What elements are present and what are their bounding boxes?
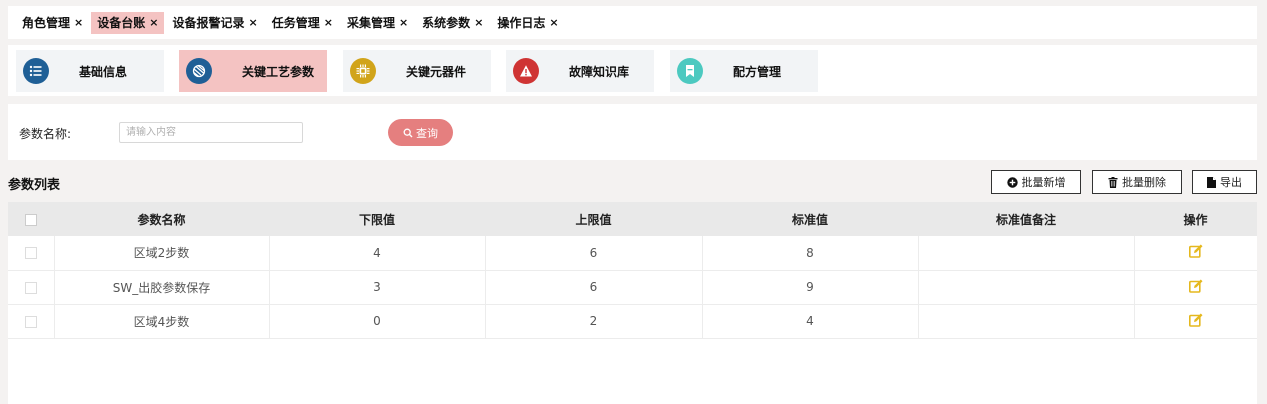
close-icon[interactable]: × (324, 16, 333, 29)
table-row[interactable]: SW_出胶参数保存 3 6 9 (8, 270, 1257, 304)
card-key-process-params[interactable]: 关键工艺参数 (179, 50, 327, 92)
edit-icon[interactable] (1188, 279, 1203, 296)
close-icon[interactable]: × (248, 16, 257, 29)
lower-limit-cell: 4 (269, 236, 486, 270)
tab-label: 设备台账 (97, 16, 146, 30)
param-name-cell: SW_出胶参数保存 (54, 270, 270, 304)
lower-limit-cell: 3 (269, 270, 486, 304)
search-button-label: 查询 (416, 126, 438, 140)
param-table: 参数名称 下限值 上限值 标准值 标准值备注 操作 区域2步数 4 6 8 SW… (8, 202, 1257, 404)
search-panel: 参数名称: 查询 (8, 104, 1257, 160)
tab-alarm-records[interactable]: 设备报警记录 × (166, 12, 263, 34)
card-label: 关键元器件 (406, 64, 467, 79)
tab-bar: 角色管理 × 设备台账 × 设备报警记录 × 任务管理 × 采集管理 × 系统参数 × 操作… (8, 6, 1257, 39)
batch-add-label: 批量新增 (1021, 176, 1066, 189)
standard-value-cell: 9 (702, 270, 919, 304)
close-icon[interactable]: × (74, 16, 83, 29)
row-select-cell (8, 270, 55, 304)
standard-note-cell (918, 236, 1135, 270)
param-name-cell: 区域4步数 (54, 304, 270, 338)
tab-label: 设备报警记录 (172, 16, 245, 30)
card-recipe-management[interactable]: 配方管理 (670, 50, 818, 92)
tab-label: 操作日志 (497, 16, 546, 30)
card-label: 配方管理 (733, 64, 782, 79)
edit-icon[interactable] (1188, 313, 1203, 330)
card-basic-info[interactable]: 基础信息 (16, 50, 164, 92)
tab-device-ledger[interactable]: 设备台账 × (91, 11, 165, 34)
param-name-label: 参数名称: (19, 127, 72, 141)
table-row[interactable]: 区域4步数 0 2 4 (8, 304, 1257, 338)
row-select-cell (8, 236, 55, 270)
row-checkbox[interactable] (24, 281, 37, 294)
table-row[interactable]: 区域2步数 4 6 8 (8, 236, 1257, 270)
file-icon (1207, 176, 1216, 188)
select-all-cell (8, 202, 54, 236)
row-select-cell (8, 304, 55, 338)
tab-collection-management[interactable]: 采集管理 × (341, 12, 414, 34)
upper-limit-cell: 2 (485, 304, 703, 338)
lower-limit-cell: 0 (269, 304, 486, 338)
action-cell (1134, 236, 1257, 270)
close-icon[interactable]: × (549, 16, 558, 29)
category-cards: 基础信息 关键工艺参数 关键元器件 故障知识库 配方管理 (8, 45, 1257, 96)
list-title: 参数列表 (8, 178, 61, 193)
close-icon[interactable]: × (474, 16, 483, 29)
standard-value-cell: 8 (702, 236, 919, 270)
tab-system-params[interactable]: 系统参数 × (416, 12, 489, 34)
standard-note-cell (918, 304, 1135, 338)
export-label: 导出 (1220, 176, 1242, 189)
row-checkbox[interactable] (24, 247, 37, 260)
close-icon[interactable]: × (399, 16, 408, 29)
chip-icon (350, 58, 376, 84)
column-header[interactable]: 上限值 (485, 202, 702, 236)
standard-value-cell: 4 (702, 304, 919, 338)
column-header[interactable]: 标准值 (702, 202, 918, 236)
edit-icon[interactable] (1188, 244, 1203, 261)
row-checkbox[interactable] (24, 315, 37, 328)
batch-delete-label: 批量删除 (1122, 176, 1166, 189)
card-label: 关键工艺参数 (242, 64, 315, 79)
upper-limit-cell: 6 (485, 270, 703, 304)
action-cell (1134, 270, 1257, 304)
tab-label: 采集管理 (346, 16, 395, 30)
tab-role-management[interactable]: 角色管理 × (16, 12, 89, 34)
column-header[interactable]: 参数名称 (54, 202, 269, 236)
upper-limit-cell: 6 (485, 236, 703, 270)
tab-label: 角色管理 (22, 16, 71, 30)
tab-label: 任务管理 (271, 16, 320, 30)
standard-note-cell (918, 270, 1135, 304)
select-all-checkbox[interactable] (25, 213, 37, 226)
batch-add-button[interactable]: 批量新增 (991, 170, 1081, 194)
trash-icon (1108, 176, 1118, 188)
batch-delete-button[interactable]: 批量删除 (1092, 170, 1182, 194)
card-key-components[interactable]: 关键元器件 (343, 50, 491, 92)
column-header[interactable]: 下限值 (269, 202, 485, 236)
param-name-input[interactable] (119, 122, 303, 143)
column-header[interactable]: 标准值备注 (918, 202, 1134, 236)
tab-task-management[interactable]: 任务管理 × (266, 12, 339, 34)
globe-icon (186, 58, 212, 84)
tab-label: 系统参数 (422, 16, 471, 30)
warning-icon (513, 58, 539, 84)
param-name-cell: 区域2步数 (54, 236, 270, 270)
search-button[interactable]: 查询 (388, 119, 453, 146)
card-fault-knowledge[interactable]: 故障知识库 (506, 50, 654, 92)
table-header-row: 参数名称 下限值 上限值 标准值 标准值备注 操作 (8, 202, 1257, 236)
column-header: 操作 (1183, 212, 1208, 227)
tab-operation-log[interactable]: 操作日志 × (491, 12, 564, 34)
action-cell (1134, 304, 1257, 338)
card-label: 故障知识库 (569, 64, 630, 79)
card-label: 基础信息 (79, 64, 128, 79)
close-icon[interactable]: × (149, 16, 158, 29)
bookmark-icon (677, 58, 703, 84)
search-icon (403, 128, 413, 137)
export-button[interactable]: 导出 (1192, 170, 1257, 194)
list-icon (23, 58, 49, 84)
plus-circle-icon (1006, 176, 1018, 188)
